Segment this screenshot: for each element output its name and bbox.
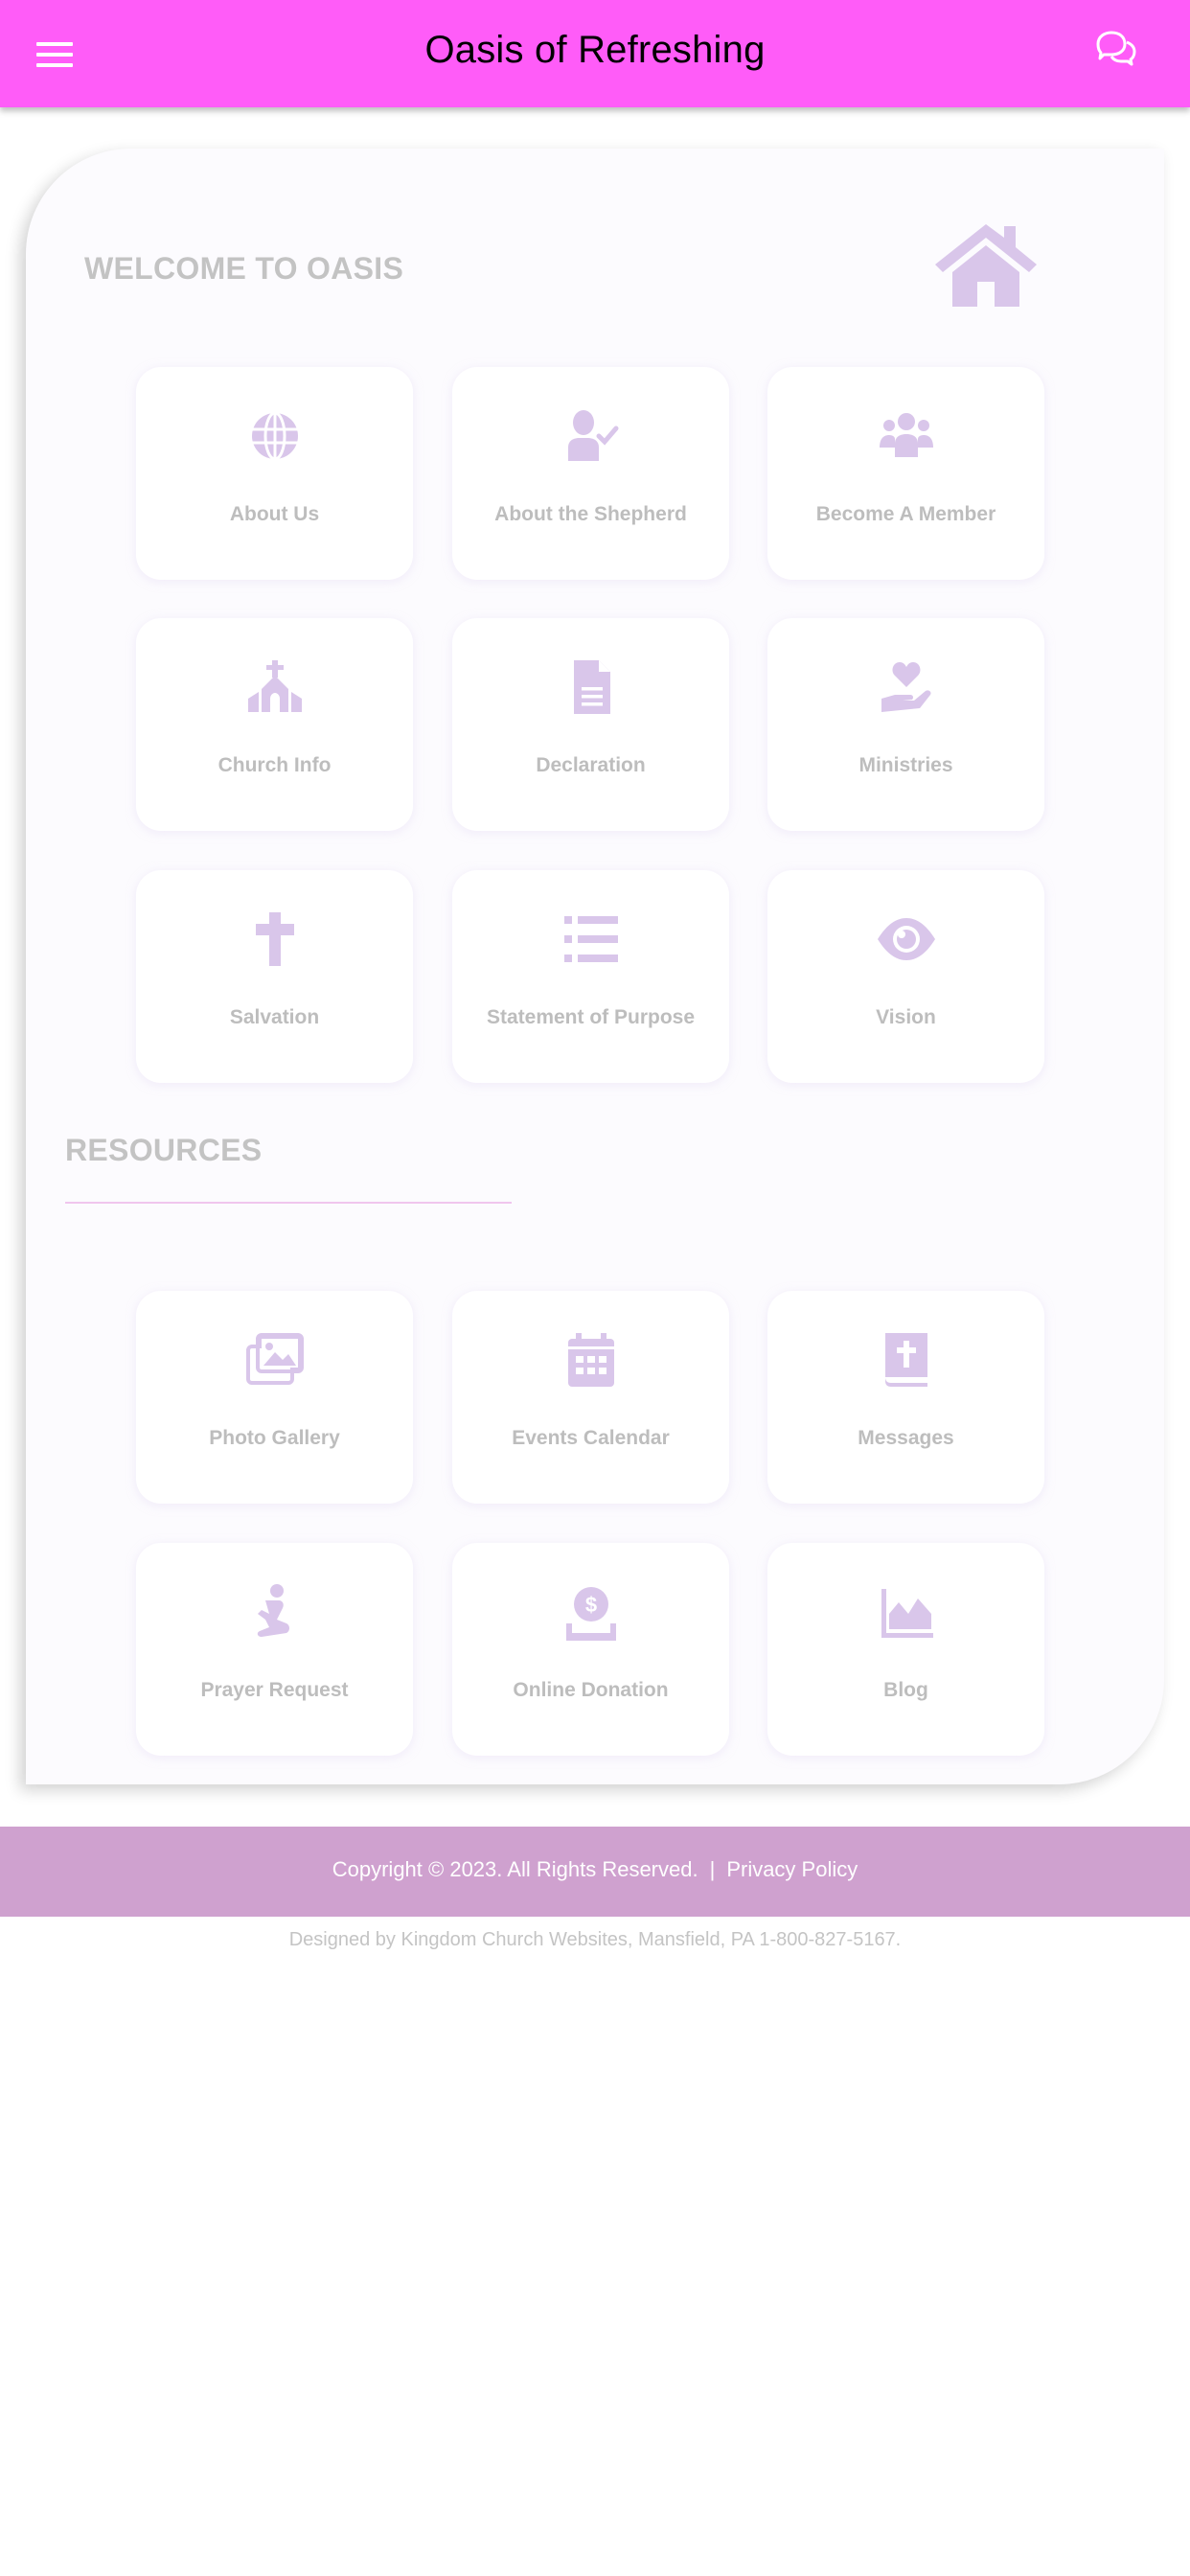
images-icon bbox=[245, 1333, 304, 1385]
resources-divider bbox=[65, 1202, 512, 1204]
tile-icon-wrap bbox=[136, 1581, 413, 1643]
privacy-policy-link[interactable]: Privacy Policy bbox=[726, 1857, 858, 1881]
tile-label: Messages bbox=[858, 1427, 954, 1449]
tile-icon-wrap bbox=[767, 405, 1044, 467]
tile-label: Photo Gallery bbox=[209, 1427, 340, 1449]
tile-label: Ministries bbox=[858, 754, 953, 776]
tile-icon-wrap bbox=[136, 656, 413, 718]
tile-messages[interactable]: Messages bbox=[767, 1291, 1044, 1504]
tile-vision[interactable]: Vision bbox=[767, 870, 1044, 1083]
tile-icon-wrap bbox=[767, 1581, 1044, 1643]
chat-button[interactable] bbox=[1094, 29, 1138, 73]
church-icon bbox=[247, 660, 302, 712]
tile-photo-gallery[interactable]: Photo Gallery bbox=[136, 1291, 413, 1504]
tile-label: Online Donation bbox=[513, 1679, 669, 1701]
tile-label: Blog bbox=[883, 1679, 928, 1701]
tile-church-info[interactable]: Church Info bbox=[136, 618, 413, 831]
tile-online-donation[interactable]: $ Online Donation bbox=[452, 1543, 729, 1756]
tile-label: Salvation bbox=[229, 1006, 320, 1028]
tile-label: Become A Member bbox=[815, 503, 996, 525]
tile-blog[interactable]: Blog bbox=[767, 1543, 1044, 1756]
app-header: Oasis of Refreshing bbox=[0, 0, 1190, 107]
tile-label: Church Info bbox=[217, 754, 332, 776]
svg-text:$: $ bbox=[584, 1593, 596, 1617]
tile-ministries[interactable]: Ministries bbox=[767, 618, 1044, 831]
user-check-icon bbox=[567, 410, 618, 461]
tile-icon-wrap bbox=[136, 908, 413, 970]
tile-label: About Us bbox=[229, 503, 320, 525]
tile-about-the-shepherd[interactable]: About the Shepherd bbox=[452, 367, 729, 580]
chat-bubbles-icon bbox=[1096, 31, 1136, 66]
hand-holding-heart-icon bbox=[881, 662, 931, 712]
tile-icon-wrap bbox=[452, 908, 729, 970]
tile-label: Declaration bbox=[536, 754, 646, 776]
footer: Copyright © 2023. All Rights Reserved. | P… bbox=[0, 1827, 1190, 1917]
area-chart-icon bbox=[881, 1589, 933, 1638]
home-icon bbox=[935, 224, 1037, 307]
tile-events-calendar[interactable]: Events Calendar bbox=[452, 1291, 729, 1504]
tile-label: About the Shepherd bbox=[494, 503, 687, 525]
donate-icon: $ bbox=[565, 1587, 616, 1641]
tile-icon-wrap bbox=[136, 405, 413, 467]
users-icon bbox=[879, 413, 933, 457]
tile-icon-wrap bbox=[767, 908, 1044, 970]
welcome-heading: WELCOME TO OASIS bbox=[84, 251, 404, 286]
globe-icon bbox=[251, 411, 298, 461]
cross-icon bbox=[255, 912, 294, 966]
tile-label: Events Calendar bbox=[512, 1427, 670, 1449]
bible-icon bbox=[884, 1333, 927, 1387]
list-icon bbox=[563, 916, 618, 962]
tile-statement-of-purpose[interactable]: Statement of Purpose bbox=[452, 870, 729, 1083]
calendar-icon bbox=[567, 1333, 614, 1387]
footer-separator: | bbox=[709, 1857, 716, 1881]
tile-icon-wrap bbox=[452, 405, 729, 467]
tile-icon-wrap bbox=[452, 656, 729, 718]
resources-heading: RESOURCES bbox=[65, 1133, 263, 1167]
tile-about-us[interactable]: About Us bbox=[136, 367, 413, 580]
tile-label: Vision bbox=[876, 1006, 936, 1028]
tile-icon-wrap bbox=[136, 1329, 413, 1391]
tile-label: Statement of Purpose bbox=[486, 1006, 696, 1028]
copyright-text: Copyright © 2023. All Rights Reserved. bbox=[332, 1857, 698, 1881]
tile-salvation[interactable]: Salvation bbox=[136, 870, 413, 1083]
tile-become-a-member[interactable]: Become A Member bbox=[767, 367, 1044, 580]
tile-icon-wrap bbox=[452, 1329, 729, 1391]
tile-icon-wrap: $ bbox=[452, 1581, 729, 1643]
tile-declaration[interactable]: Declaration bbox=[452, 618, 729, 831]
tile-icon-wrap bbox=[767, 1329, 1044, 1391]
designed-by-credit[interactable]: Designed by Kingdom Church Websites, Man… bbox=[0, 1929, 1190, 1951]
eye-icon bbox=[877, 918, 935, 960]
tile-prayer-request[interactable]: Prayer Request bbox=[136, 1543, 413, 1756]
tile-icon-wrap bbox=[767, 656, 1044, 718]
document-icon bbox=[573, 660, 610, 714]
app-title: Oasis of Refreshing bbox=[424, 29, 766, 71]
praying-person-icon bbox=[257, 1584, 289, 1637]
tile-label: Prayer Request bbox=[200, 1679, 349, 1701]
